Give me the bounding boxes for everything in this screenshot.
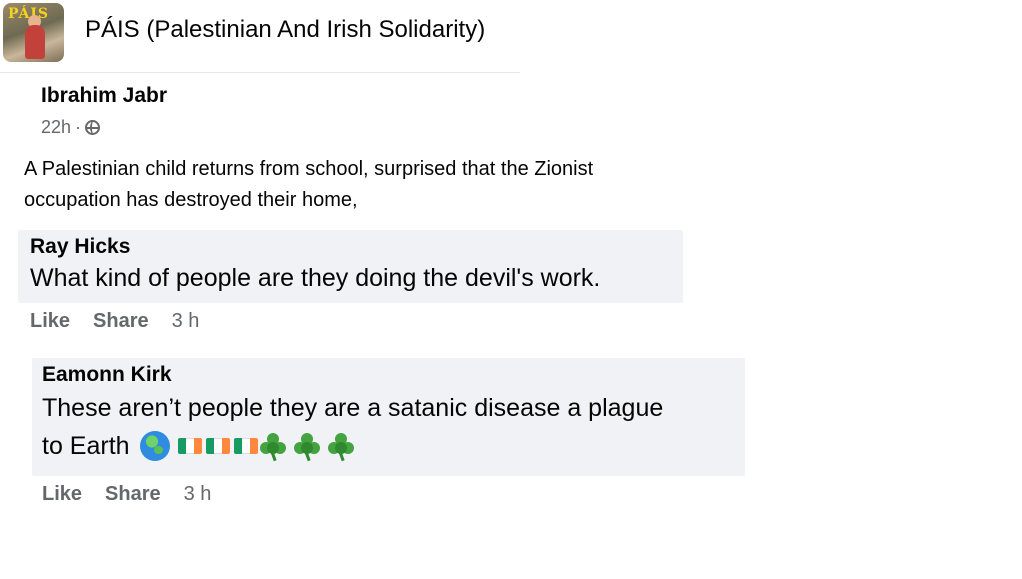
post-timestamp[interactable]: 22h <box>41 117 71 138</box>
comment-text-line: to Earth <box>42 431 356 462</box>
share-button[interactable]: Share <box>93 310 149 333</box>
like-button[interactable]: Like <box>30 310 70 333</box>
comment-author-link[interactable]: Ray Hicks <box>30 235 130 259</box>
avatar-figure <box>25 25 45 59</box>
comment-timestamp[interactable]: 3 h <box>172 310 200 333</box>
comment-actions: Like Share 3 h <box>42 483 211 506</box>
post-meta: 22h · <box>41 117 101 138</box>
share-button[interactable]: Share <box>105 483 161 506</box>
comment-text: What kind of people are they doing the d… <box>30 264 601 292</box>
shamrock-icon <box>258 431 288 462</box>
post-author-link[interactable]: Ibrahim Jabr <box>41 84 167 108</box>
post-text: A Palestinian child returns from school,… <box>24 154 704 216</box>
group-name-link[interactable]: PÁIS (Palestinian And Irish Solidarity) <box>85 16 485 44</box>
ireland-flag-icon <box>205 438 230 454</box>
shamrock-icon <box>326 431 356 462</box>
meta-separator: · <box>75 117 82 137</box>
divider <box>0 72 520 73</box>
comment-actions: Like Share 3 h <box>30 310 199 333</box>
comment-text: These aren’t people they are a satanic d… <box>42 394 664 422</box>
globe-icon <box>85 120 101 135</box>
comment-text-fragment: to Earth <box>42 431 130 460</box>
comment-timestamp[interactable]: 3 h <box>184 483 212 506</box>
post-text-line: occupation has destroyed their home, <box>24 189 358 211</box>
ireland-flag-icon <box>233 438 258 454</box>
post-text-line: A Palestinian child returns from school,… <box>24 158 594 180</box>
shamrock-icon <box>292 431 322 462</box>
like-button[interactable]: Like <box>42 483 82 506</box>
comment-author-link[interactable]: Eamonn Kirk <box>42 363 172 387</box>
group-header: PÁIS PÁIS (Palestinian And Irish Solidar… <box>0 0 1022 66</box>
group-avatar[interactable]: PÁIS <box>3 3 64 62</box>
ireland-flag-icon <box>177 438 202 454</box>
earth-icon <box>139 431 170 461</box>
